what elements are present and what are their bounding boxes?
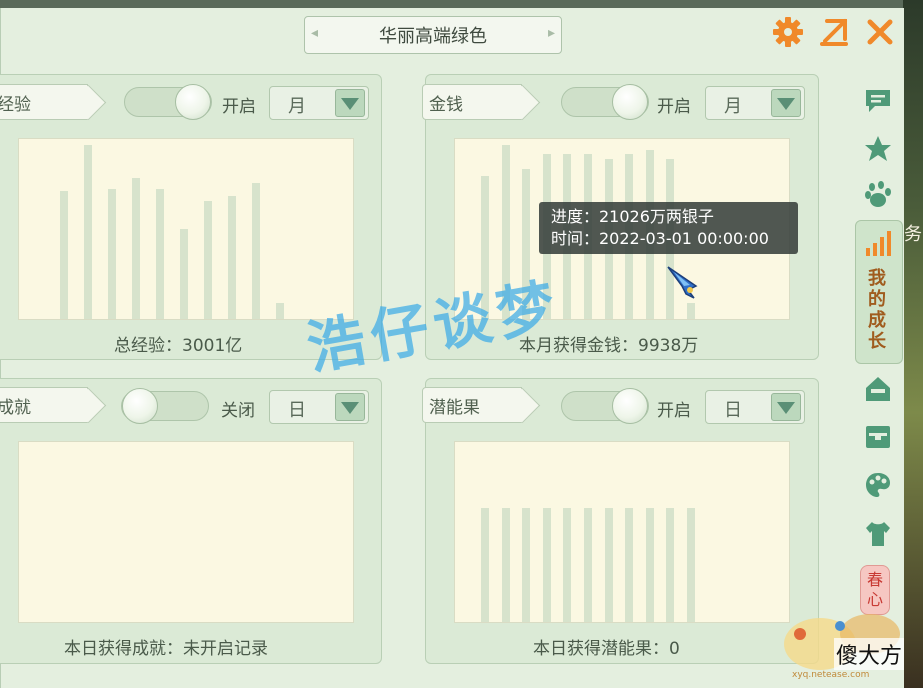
experience-tag-label: 经验 (0, 94, 31, 115)
chart-bar[interactable] (84, 145, 92, 319)
toggle-knob (175, 84, 211, 120)
chart-bar[interactable] (522, 508, 531, 622)
chart-bar[interactable] (481, 508, 489, 622)
game-background-top (0, 0, 923, 8)
tooltip-time: 时间：2022-03-01 00:00:00 (551, 229, 769, 248)
achievement-tag: 成就 (0, 387, 88, 423)
chevron-down-icon[interactable] (771, 393, 801, 421)
achievement-tag-label: 成就 (0, 397, 31, 418)
chart-bar[interactable] (276, 303, 284, 319)
sidebar-growth-label: 我的成长 (868, 268, 886, 352)
settings-button[interactable] (770, 14, 806, 50)
background-text: 务 (904, 224, 922, 245)
sidebar-item-chat[interactable] (858, 84, 898, 118)
achievement-period-select[interactable]: 日 (269, 390, 369, 424)
money-toggle[interactable] (561, 84, 649, 120)
paw-icon (865, 181, 891, 207)
experience-total: 总经验：3001亿 (114, 336, 243, 356)
chevron-down-icon[interactable] (335, 393, 365, 421)
chart-bar[interactable] (156, 189, 164, 319)
achievement-chart (18, 441, 354, 623)
sidebar-item-star[interactable] (858, 132, 898, 166)
window-title: 华丽高端绿色 (304, 16, 562, 54)
potential-fruit-period-select[interactable]: 日 (705, 390, 805, 424)
star-icon (865, 136, 891, 161)
select-value: 月 (288, 96, 306, 117)
popout-button[interactable] (816, 14, 852, 50)
chart-tooltip: 进度：21026万两银子 时间：2022-03-01 00:00:00 (539, 202, 798, 254)
signal-bars-icon (866, 231, 891, 256)
experience-toggle[interactable] (124, 84, 212, 120)
potential-fruit-toggle-label: 开启 (657, 401, 691, 421)
sidebar-item-storage[interactable] (858, 420, 898, 454)
mouse-cursor-icon (667, 266, 698, 299)
sidebar-item-outfit[interactable] (858, 517, 898, 551)
potential-fruit-daily-total: 本日获得潜能果：0 (533, 639, 680, 659)
chart-bar[interactable] (501, 508, 510, 622)
shirt-icon (866, 522, 890, 546)
money-period-select[interactable]: 月 (705, 86, 805, 120)
potential-fruit-tag-label: 潜能果 (429, 397, 480, 418)
chart-bar[interactable] (666, 508, 675, 622)
chevron-down-icon[interactable] (335, 89, 365, 117)
chart-bar[interactable] (687, 508, 695, 622)
money-toggle-label: 开启 (657, 97, 691, 117)
chart-bar[interactable] (625, 508, 634, 622)
select-value: 月 (724, 96, 742, 117)
chart-bar[interactable] (132, 178, 140, 319)
logo-url: xyq.netease.com (792, 670, 870, 680)
chest-icon (866, 426, 890, 448)
chart-bar[interactable] (542, 508, 551, 622)
chart-bar[interactable] (645, 508, 654, 622)
experience-period-select[interactable]: 月 (269, 86, 369, 120)
chart-bar[interactable] (604, 508, 613, 622)
chart-bar[interactable] (563, 508, 572, 622)
money-tag-label: 金钱 (429, 94, 463, 115)
potential-fruit-chart (454, 441, 790, 623)
chart-bar[interactable] (252, 183, 260, 319)
sidebar-item-home[interactable] (858, 372, 898, 406)
toggle-knob (122, 388, 158, 424)
potential-fruit-tag: 潜能果 (422, 387, 522, 423)
palette-icon (866, 473, 890, 497)
gear-icon (773, 17, 803, 47)
toggle-knob (612, 84, 648, 120)
logo-text: 傻大方 (834, 638, 905, 670)
chevron-down-icon[interactable] (771, 89, 801, 117)
home-icon (866, 377, 890, 401)
money-tag: 金钱 (422, 84, 522, 120)
chart-bar[interactable] (687, 303, 695, 319)
select-value: 日 (288, 400, 306, 421)
popout-arrow-icon (820, 19, 848, 46)
game-background-right (903, 0, 923, 688)
chart-bar[interactable] (228, 196, 236, 319)
achievement-toggle-label: 关闭 (221, 401, 255, 421)
chart-bar[interactable] (180, 229, 188, 319)
sidebar-item-growth[interactable] (858, 226, 898, 260)
chart-bar[interactable] (108, 189, 116, 319)
chat-icon (866, 90, 890, 112)
toggle-knob (612, 388, 648, 424)
tooltip-progress: 进度：21026万两银子 (551, 207, 714, 226)
chart-bar[interactable] (584, 508, 592, 622)
achievement-daily-status: 本日获得成就：未开启记录 (64, 639, 268, 659)
select-value: 日 (724, 400, 742, 421)
chart-bar[interactable] (60, 191, 68, 319)
achievement-toggle[interactable] (121, 388, 209, 424)
chart-bar[interactable] (204, 201, 212, 319)
close-button[interactable] (862, 14, 898, 50)
experience-tag: 经验 (0, 84, 88, 120)
experience-chart (18, 138, 354, 320)
close-icon (867, 19, 893, 45)
potential-fruit-toggle[interactable] (561, 388, 649, 424)
experience-toggle-label: 开启 (222, 97, 256, 117)
sidebar-item-pet[interactable] (858, 178, 898, 212)
sidebar-item-style[interactable] (858, 468, 898, 502)
